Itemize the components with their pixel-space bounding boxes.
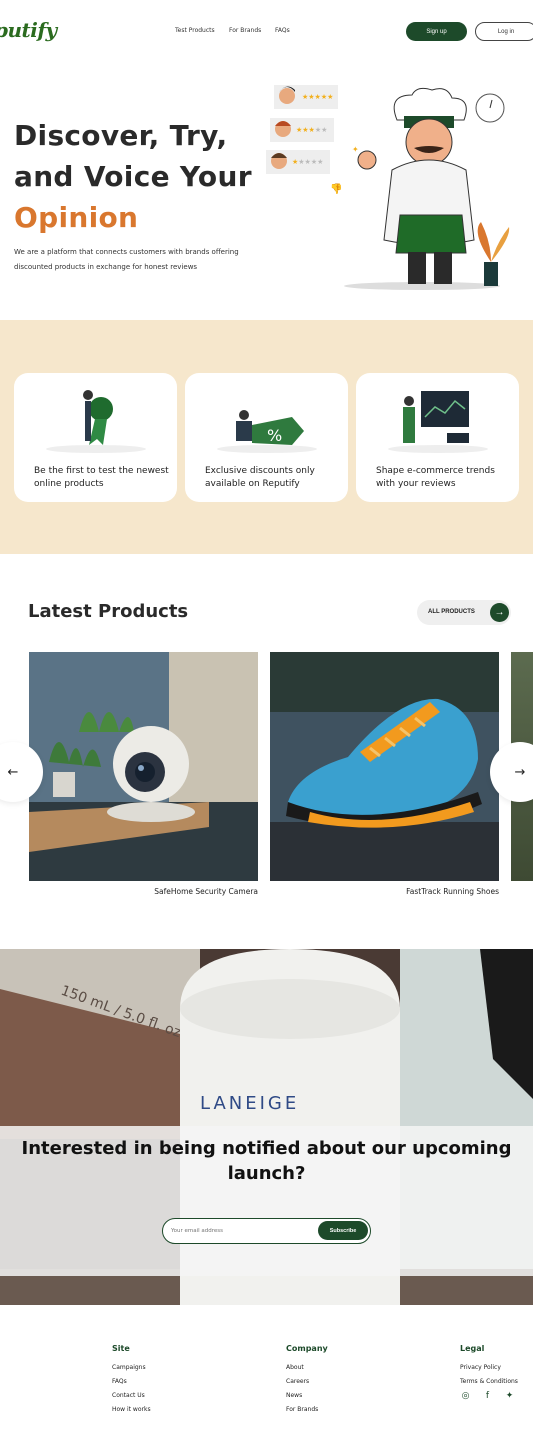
product-card-running-shoes[interactable] [270,652,499,881]
footer-link-how-it-works[interactable]: How it works [112,1406,151,1413]
footer-link-terms[interactable]: Terms & Conditions [460,1378,518,1385]
all-products-button[interactable]: ALL PRODUCTS → [417,600,511,625]
footer-link-about[interactable]: About [286,1364,304,1371]
signup-button[interactable]: Sign up [406,22,467,41]
chef-mascot-illustration: ★★★★★ ★★★★★ ★★★★★ 👎 ✦ [266,85,510,290]
hero-description: We are a platform that connects customer… [14,248,239,271]
arrow-left-icon: ← [7,764,19,780]
footer-link-for-brands[interactable]: For Brands [286,1406,318,1413]
svg-text:★★★★★: ★★★★★ [296,126,327,134]
bottle-brand-text: LANEIGE [200,1093,299,1114]
twitter-icon[interactable]: ✦ [504,1391,515,1402]
product-card-security-camera[interactable] [29,652,258,881]
discount-tag-illustration: % [217,410,317,453]
arrow-right-icon: → [490,603,509,622]
instagram-icon[interactable]: ◎ [460,1391,471,1402]
arrow-right-icon: → [514,764,526,780]
feature-card: % Exclusive discounts only available on … [185,373,348,502]
newsletter-band: Interested in being notified about our u… [0,1126,533,1276]
review-card-icon: ★★★★★ [266,150,330,174]
svg-text:★★★★★: ★★★★★ [292,158,323,166]
brand-logo[interactable]: putify [0,18,57,42]
nav-faqs[interactable]: FAQs [275,27,290,34]
hero-title: Discover, Try, and Voice Your Opinion [14,119,252,234]
footer-company-heading: Company [286,1344,328,1353]
login-button[interactable]: Log in [475,22,533,41]
running-shoes-image [270,652,499,881]
svg-text:👎: 👎 [330,183,342,195]
newsletter-title: Interested in being notified about our u… [21,1138,512,1184]
nav-for-brands[interactable]: For Brands [229,27,261,34]
feature-text: Shape e-commerce trends with your review… [376,466,495,489]
footer-link-contact[interactable]: Contact Us [112,1392,145,1399]
feature-card: Be the first to test the newest online p… [14,373,177,502]
footer-link-faqs[interactable]: FAQs [112,1378,127,1385]
footer-link-news[interactable]: News [286,1392,302,1399]
subscribe-button[interactable]: Subscribe [318,1221,368,1240]
footer-link-privacy[interactable]: Privacy Policy [460,1364,501,1371]
footer-legal-heading: Legal [460,1344,485,1353]
review-card-icon: ★★★★★ [270,118,334,142]
product-name[interactable]: FastTrack Running Shoes [270,887,499,896]
latest-products-title: Latest Products [28,601,189,622]
review-card-icon: ★★★★★ [274,85,338,109]
features-section: Be the first to test the newest online p… [0,320,533,554]
email-input[interactable] [171,1225,311,1237]
award-person-illustration [46,390,146,453]
footer-link-careers[interactable]: Careers [286,1378,309,1385]
feature-text: Exclusive discounts only available on Re… [205,466,315,489]
nav-test-products[interactable]: Test Products [175,27,215,34]
feature-text: Be the first to test the newest online p… [34,466,169,489]
top-navbar: putify Test Products For Brands FAQs Sig… [0,0,533,62]
product-name[interactable]: SafeHome Security Camera [29,887,258,896]
footer-link-campaigns[interactable]: Campaigns [112,1364,146,1371]
analytics-board-illustration [388,391,488,453]
feature-card: Shape e-commerce trends with your review… [356,373,519,502]
facebook-icon[interactable]: f [482,1391,493,1402]
svg-text:%: % [267,426,282,445]
svg-text:★★★★★: ★★★★★ [302,93,333,101]
footer-site-heading: Site [112,1344,130,1353]
svg-text:✦: ✦ [352,145,359,154]
security-camera-image [29,652,258,881]
newsletter-form: Subscribe [162,1218,371,1244]
newsletter-section: 150 mL / 5.0 fl. oz. LANEIGE Interested … [0,949,533,1305]
